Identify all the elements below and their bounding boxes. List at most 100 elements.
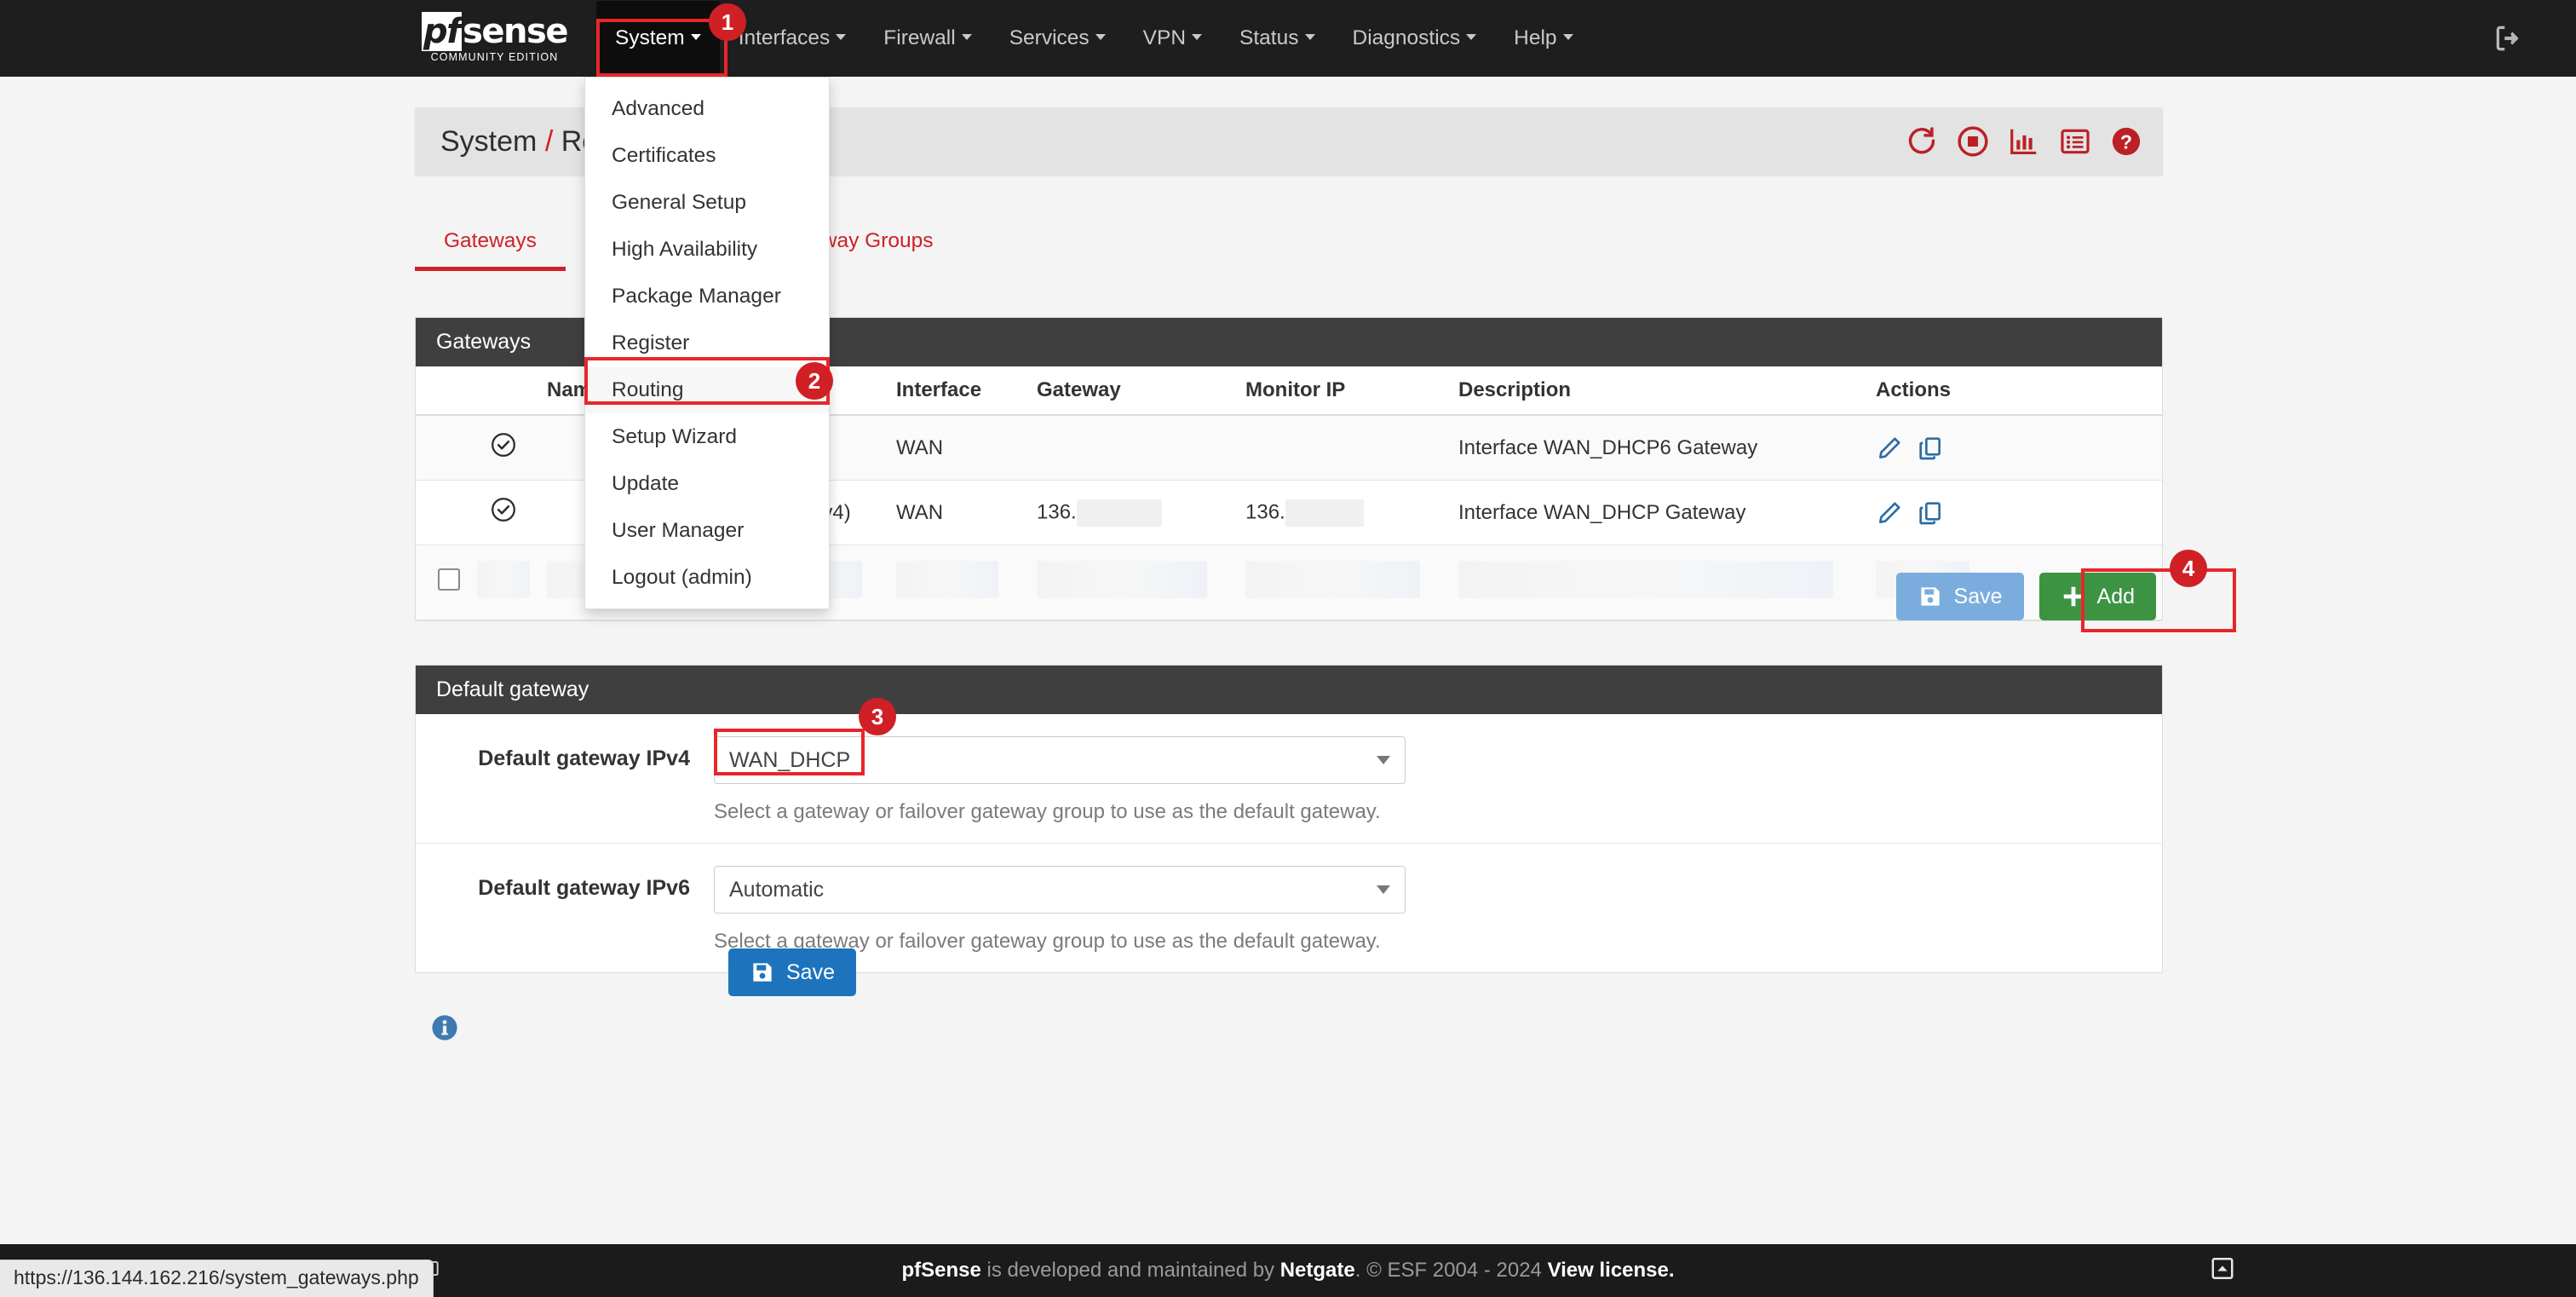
menu-item-general-setup[interactable]: General Setup — [585, 179, 829, 226]
nav-item-firewall[interactable]: Firewall — [865, 1, 990, 76]
view-license-link[interactable]: View license. — [1548, 1259, 1675, 1282]
nav-item-system[interactable]: System — [596, 1, 720, 76]
chevron-down-icon — [690, 34, 701, 41]
row-interface: WAN — [888, 415, 1028, 481]
menu-item-package-manager[interactable]: Package Manager — [585, 273, 829, 320]
add-button-label: Add — [2096, 585, 2135, 608]
footer-copyright: . © ESF 2004 - 2024 — [1354, 1259, 1548, 1282]
th-gateway: Gateway — [1028, 366, 1237, 416]
stop-record-icon[interactable] — [1957, 125, 1989, 158]
chevron-down-icon — [1304, 34, 1315, 41]
edit-icon[interactable] — [1876, 435, 1903, 462]
row-actions — [1867, 415, 2162, 481]
footer-text: pfSense is developed and maintained by N… — [901, 1259, 1674, 1283]
brand-wordmark: pfsense — [422, 11, 568, 51]
save-button-top[interactable]: Save — [1895, 573, 2024, 620]
copy-icon[interactable] — [1917, 435, 1944, 462]
default-gateway-ipv4-row: Default gateway IPv4 WAN_DHCP Select a g… — [416, 714, 2162, 843]
row-gateway: 136. — [1028, 480, 1237, 545]
menu-item-register[interactable]: Register — [585, 320, 829, 366]
edit-icon[interactable] — [1876, 499, 1903, 527]
menu-item-high-availability[interactable]: High Availability — [585, 226, 829, 273]
default-gateway-panel-title: Default gateway — [416, 666, 2162, 714]
nav-label-system: System — [615, 26, 685, 49]
default-gateway-ipv4-control: WAN_DHCP Select a gateway or failover ga… — [714, 736, 2162, 824]
th-status — [469, 366, 538, 416]
nav-item-vpn[interactable]: VPN — [1124, 1, 1221, 76]
th-checkbox — [416, 366, 469, 416]
breadcrumb-root: System — [440, 124, 538, 158]
plus-icon — [2063, 586, 2083, 607]
marker-1-label: 1 — [721, 9, 734, 35]
pfsense-logo[interactable]: pfsense COMMUNITY EDITION — [407, 9, 582, 68]
chart-icon[interactable] — [2008, 125, 2040, 158]
menu-item-certificates[interactable]: Certificates — [585, 132, 829, 179]
nav-label-status: Status — [1239, 26, 1299, 49]
default-gateway-ipv6-control: Automatic Select a gateway or failover g… — [714, 866, 2162, 954]
page-header-actions: ? — [1906, 125, 2142, 158]
nav-label-interfaces: Interfaces — [738, 26, 831, 49]
marker-1: 1 — [709, 3, 746, 41]
footer-mid: is developed and maintained by — [980, 1259, 1280, 1282]
nav-item-diagnostics[interactable]: Diagnostics — [1334, 1, 1496, 76]
save-icon — [753, 963, 772, 982]
th-monitor-ip: Monitor IP — [1237, 366, 1450, 416]
svg-text:?: ? — [2120, 131, 2132, 153]
info-icon[interactable] — [430, 1013, 459, 1046]
row-status-cell — [469, 415, 538, 481]
tab-gateways[interactable]: Gateways — [415, 217, 566, 271]
save-button-bottom[interactable]: Save — [728, 948, 856, 996]
row-checkbox-cell — [416, 480, 469, 545]
chevron-down-icon — [961, 34, 972, 41]
top-navbar: pfsense COMMUNITY EDITION System Interfa… — [0, 0, 2576, 77]
menu-item-user-manager[interactable]: User Manager — [585, 507, 829, 554]
row-status-cell — [469, 480, 538, 545]
footer-company: Netgate — [1279, 1259, 1355, 1282]
list-icon[interactable] — [2059, 125, 2091, 158]
system-dropdown-menu: Advanced Certificates General Setup High… — [584, 77, 830, 609]
check-circle-icon — [492, 498, 515, 522]
marker-3: 3 — [859, 698, 896, 735]
nav-item-status[interactable]: Status — [1221, 1, 1333, 76]
default-gateway-ipv6-row: Default gateway IPv6 Automatic Select a … — [416, 843, 2162, 972]
chevron-down-icon — [1377, 756, 1390, 764]
refresh-icon[interactable] — [1906, 125, 1938, 158]
row-gateway — [1028, 415, 1237, 481]
nav-label-help: Help — [1514, 26, 1557, 49]
marker-4-label: 4 — [2182, 555, 2195, 581]
chevron-down-icon — [836, 34, 847, 41]
th-description: Description — [1450, 366, 1867, 416]
chevron-down-icon — [1377, 885, 1390, 894]
marker-2: 2 — [796, 362, 833, 400]
menu-item-routing[interactable]: Routing — [585, 366, 829, 413]
nav-item-services[interactable]: Services — [991, 1, 1124, 76]
scroll-to-top-icon[interactable] — [2210, 1256, 2235, 1286]
copy-icon[interactable] — [1917, 499, 1944, 527]
default-gateway-ipv4-select[interactable]: WAN_DHCP — [714, 736, 1406, 784]
marker-4: 4 — [2170, 550, 2207, 587]
menu-item-setup-wizard[interactable]: Setup Wizard — [585, 413, 829, 460]
add-button[interactable]: Add — [2038, 573, 2156, 620]
chevron-down-icon — [1466, 34, 1477, 41]
menu-item-advanced[interactable]: Advanced — [585, 85, 829, 132]
row-description: Interface WAN_DHCP Gateway — [1450, 480, 1867, 545]
nav-item-help[interactable]: Help — [1495, 1, 1591, 76]
save-button-bottom-label: Save — [786, 960, 835, 984]
row-actions — [1867, 480, 2162, 545]
nav-label-firewall: Firewall — [883, 26, 956, 49]
brand-subtitle: COMMUNITY EDITION — [430, 50, 559, 63]
save-icon — [1920, 587, 1940, 606]
redacted-monitor-ip — [1285, 499, 1364, 527]
row-monitor-ip: 136. — [1237, 480, 1450, 545]
status-bar-url: https://136.144.162.216/system_gateways.… — [0, 1260, 434, 1297]
menu-item-update[interactable]: Update — [585, 460, 829, 507]
menu-item-logout[interactable]: Logout (admin) — [585, 554, 829, 601]
row-interface: WAN — [888, 480, 1028, 545]
help-icon[interactable]: ? — [2110, 125, 2142, 158]
marker-3-label: 3 — [871, 703, 884, 729]
logout-icon[interactable] — [2493, 22, 2525, 55]
save-button-top-label: Save — [1953, 585, 2003, 608]
default-gateway-ipv6-select[interactable]: Automatic — [714, 866, 1406, 914]
default-gateway-ipv6-help: Select a gateway or failover gateway gro… — [714, 930, 1381, 953]
marker-2-label: 2 — [808, 367, 821, 394]
